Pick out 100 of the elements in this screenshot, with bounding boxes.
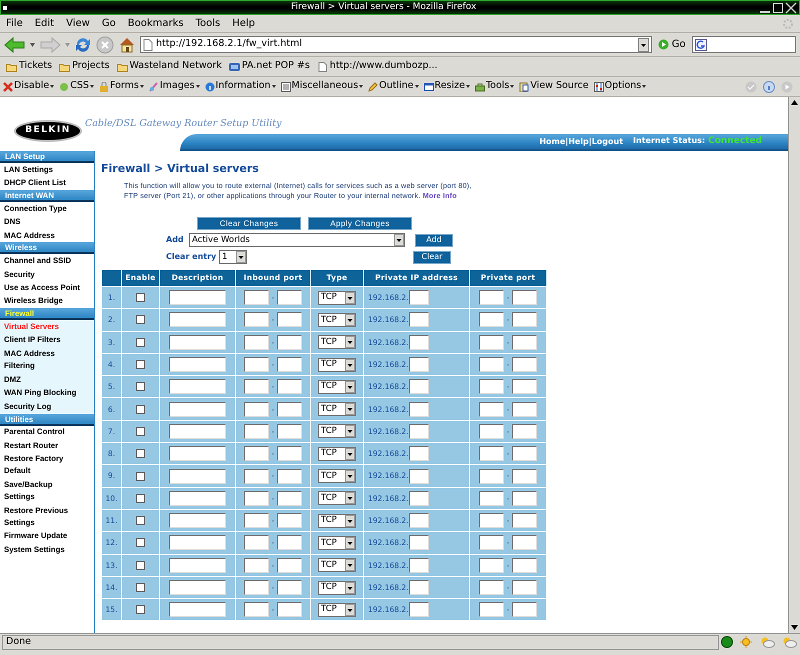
ip-field[interactable] (408, 312, 429, 328)
scrollbar[interactable] (788, 97, 800, 633)
port-field[interactable] (478, 446, 504, 462)
description-field[interactable] (169, 558, 226, 573)
description-field[interactable] (169, 490, 226, 506)
bookmark-item[interactable]: Wasteland Network (116, 59, 222, 74)
port-field[interactable] (478, 558, 504, 573)
ip-field[interactable] (408, 334, 429, 350)
description-field[interactable] (169, 468, 226, 484)
port-field[interactable] (512, 513, 538, 528)
search-engine-icon[interactable] (694, 38, 707, 50)
port-field[interactable] (478, 490, 504, 506)
menu-item[interactable]: Tools (196, 16, 220, 31)
port-field[interactable] (244, 513, 269, 528)
description-field[interactable] (169, 290, 226, 306)
home-icon[interactable] (118, 36, 136, 54)
menu-item[interactable]: Help (232, 16, 256, 31)
protocol-select[interactable]: TCP (318, 312, 356, 327)
toolbar-menu-button[interactable]: CSS (59, 79, 94, 94)
enable-checkbox[interactable] (136, 426, 145, 436)
protocol-select[interactable]: TCP (318, 402, 356, 416)
ip-field[interactable] (408, 580, 429, 595)
enable-checkbox[interactable] (136, 583, 145, 592)
port-field[interactable] (478, 580, 504, 595)
ip-field[interactable] (408, 490, 429, 506)
port-field[interactable] (244, 602, 269, 618)
description-field[interactable] (169, 312, 226, 328)
port-field[interactable] (277, 424, 302, 439)
protocol-select[interactable]: TCP (318, 446, 356, 461)
port-field[interactable] (478, 334, 504, 350)
port-field[interactable] (244, 357, 269, 372)
protocol-select[interactable]: TCP (318, 536, 356, 550)
enable-checkbox[interactable] (136, 293, 145, 302)
port-field[interactable] (512, 312, 538, 328)
ip-field[interactable] (408, 468, 429, 484)
port-field[interactable] (244, 290, 269, 306)
port-field[interactable] (244, 446, 269, 462)
port-field[interactable] (244, 580, 269, 595)
port-field[interactable] (277, 490, 302, 506)
protocol-select[interactable]: TCP (318, 290, 356, 305)
enable-checkbox[interactable] (136, 360, 145, 370)
enable-checkbox[interactable] (136, 605, 145, 614)
toolbar-menu-button[interactable]: Options (594, 79, 646, 94)
description-field[interactable] (169, 513, 226, 528)
port-field[interactable] (277, 402, 302, 417)
toolbar-menu-button[interactable]: Resize (424, 79, 470, 94)
port-field[interactable] (277, 580, 302, 595)
bookmark-item[interactable]: Tickets (6, 59, 52, 74)
ip-field[interactable] (408, 513, 429, 528)
menu-item[interactable]: Bookmarks (128, 16, 184, 31)
port-field[interactable] (512, 446, 538, 462)
port-field[interactable] (244, 334, 269, 350)
action-button[interactable]: Clear Changes (197, 217, 301, 230)
port-field[interactable] (244, 379, 269, 394)
port-field[interactable] (512, 379, 538, 394)
port-field[interactable] (244, 468, 269, 484)
port-field[interactable] (512, 580, 538, 595)
port-field[interactable] (512, 290, 538, 306)
action-button[interactable]: Apply Changes (308, 217, 412, 230)
enable-checkbox[interactable] (136, 560, 145, 570)
port-field[interactable] (478, 424, 504, 439)
port-field[interactable] (244, 535, 269, 550)
port-field[interactable] (478, 535, 504, 550)
address-field[interactable]: http://192.168.2.1/fw_virt.html (140, 36, 652, 53)
ip-field[interactable] (408, 424, 429, 439)
enable-checkbox[interactable] (136, 315, 145, 324)
description-field[interactable] (169, 602, 226, 618)
ip-field[interactable] (408, 535, 429, 550)
port-field[interactable] (277, 446, 302, 462)
clear-button[interactable]: Clear (413, 250, 451, 264)
ip-field[interactable] (408, 402, 429, 417)
protocol-select[interactable]: TCP (318, 335, 356, 350)
port-field[interactable] (512, 357, 538, 372)
protocol-select[interactable]: TCP (318, 491, 356, 506)
enable-checkbox[interactable] (136, 516, 145, 526)
port-field[interactable] (277, 290, 302, 306)
check-icon[interactable] (745, 80, 757, 92)
protocol-select[interactable]: TCP (318, 424, 356, 438)
description-field[interactable] (169, 446, 226, 462)
toolbar-menu-button[interactable]: Images (148, 79, 200, 94)
port-field[interactable] (512, 402, 538, 417)
enable-checkbox[interactable] (136, 404, 145, 414)
port-field[interactable] (512, 424, 538, 439)
header-link[interactable]: Home (539, 136, 566, 148)
port-field[interactable] (244, 490, 269, 506)
port-field[interactable] (478, 357, 504, 372)
protocol-select[interactable]: TCP (318, 358, 356, 372)
add-button[interactable]: Add (415, 234, 453, 246)
protocol-select[interactable]: TCP (318, 469, 356, 484)
port-field[interactable] (512, 490, 538, 506)
bookmark-item[interactable]: http://www.dumbozp... (316, 59, 438, 74)
back-arrow-icon[interactable] (4, 36, 26, 52)
toolbar-menu-button[interactable]: Miscellaneous (280, 79, 364, 94)
enable-checkbox[interactable] (136, 494, 145, 503)
toolbar-menu-button[interactable]: Information (204, 79, 276, 94)
port-field[interactable] (277, 513, 302, 528)
ip-field[interactable] (408, 558, 429, 573)
description-field[interactable] (169, 402, 226, 417)
bookmark-item[interactable]: Projects (59, 59, 110, 74)
close-icon[interactable] (785, 2, 797, 14)
